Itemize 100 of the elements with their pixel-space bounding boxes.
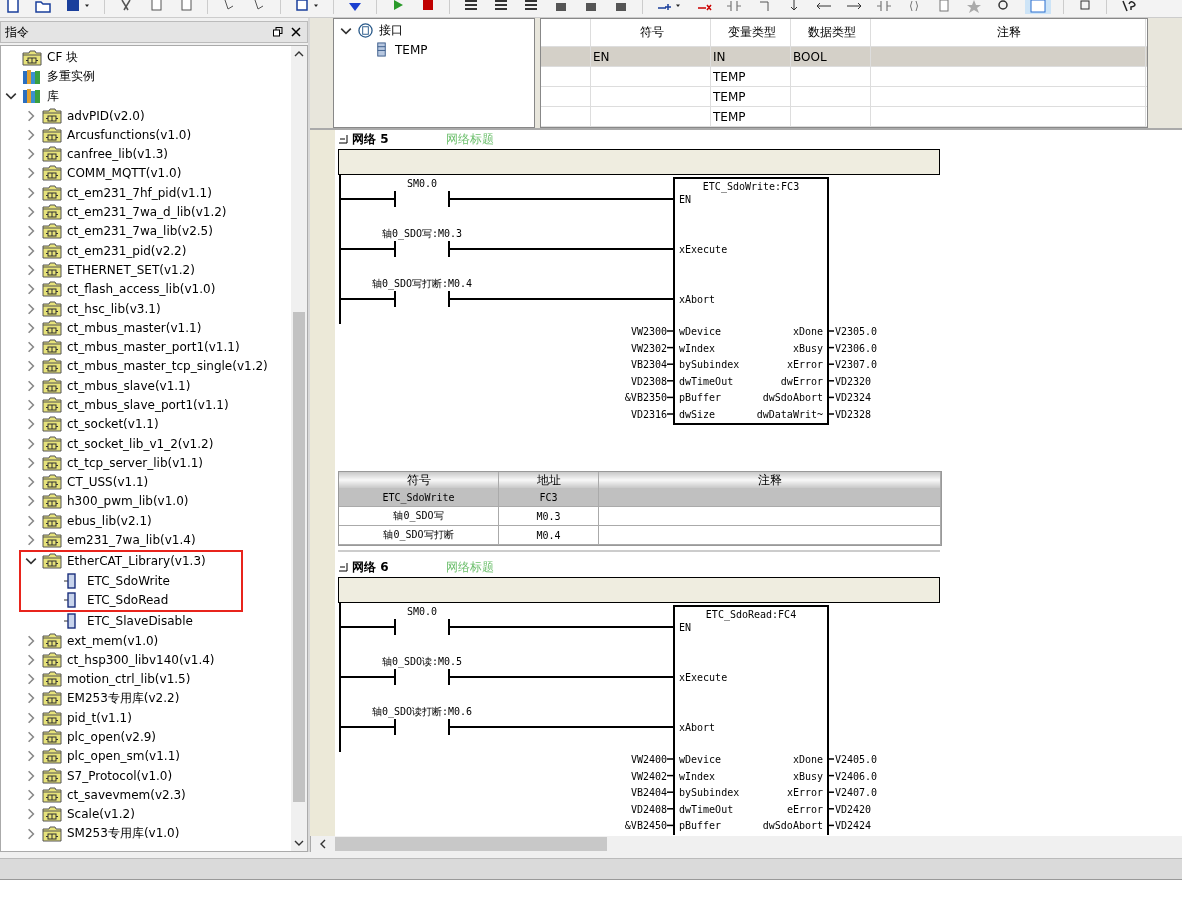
tree-item[interactable]: CF 块	[47, 49, 79, 67]
collapsed-caret-icon[interactable]	[25, 673, 37, 686]
help-icon[interactable]	[1119, 0, 1137, 14]
tree-item[interactable]: EM253专用库(v2.2)	[67, 689, 180, 707]
tree-item[interactable]: COMM_MQTT(v1.0)	[67, 166, 182, 181]
collapsed-caret-icon[interactable]	[25, 302, 37, 315]
contact-rung[interactable]	[339, 190, 675, 208]
tree-label[interactable]: TEMP	[395, 42, 428, 57]
table-row[interactable]: TEMP	[541, 87, 1147, 107]
tree-item[interactable]: ETC_SdoWrite	[87, 573, 170, 588]
collapsed-caret-icon[interactable]	[25, 399, 37, 411]
tree-item[interactable]: SM253专用库(v1.0)	[67, 825, 180, 842]
star-icon[interactable]	[965, 0, 983, 14]
collapsed-caret-icon[interactable]	[25, 244, 37, 257]
contact-rung[interactable]	[339, 668, 675, 686]
collapsed-caret-icon[interactable]	[25, 653, 37, 666]
collapsed-caret-icon[interactable]	[25, 341, 37, 354]
tree-item[interactable]: canfree_lib(v1.3)	[67, 147, 169, 162]
function-block[interactable]	[673, 177, 829, 425]
new-page-icon[interactable]	[4, 0, 22, 14]
tree-item[interactable]: 库	[47, 87, 59, 105]
tree-item[interactable]: ct_mbus_slave(v1.1)	[67, 378, 191, 393]
contact-rung[interactable]	[339, 618, 675, 636]
collapsed-caret-icon[interactable]	[25, 456, 37, 469]
tree-item[interactable]: ct_em231_pid(v2.2)	[67, 243, 187, 258]
tree-item[interactable]: ct_flash_access_lib(v1.0)	[67, 282, 216, 297]
contact-rung[interactable]	[339, 240, 675, 258]
tree-item[interactable]: motion_ctrl_lib(v1.5)	[67, 672, 191, 687]
tree-item[interactable]: ct_em231_7wa_lib(v2.5)	[67, 224, 213, 239]
tree-item[interactable]: ct_mbus_master_port1(v1.1)	[67, 340, 240, 355]
tree-item[interactable]: pid_t(v1.1)	[67, 710, 132, 725]
tree-item[interactable]: ct_tcp_server_lib(v1.1)	[67, 455, 204, 470]
tree-item[interactable]: ext_mem(v1.0)	[67, 633, 159, 648]
tree-item[interactable]: 多重实例	[47, 68, 95, 86]
tree-item[interactable]: plc_open(v2.9)	[67, 730, 157, 745]
collapsed-caret-icon[interactable]	[25, 495, 37, 508]
tree-item[interactable]: ct_mbus_master_tcp_single(v1.2)	[67, 359, 268, 374]
collapsed-caret-icon[interactable]	[25, 418, 37, 431]
collapsed-caret-icon[interactable]	[25, 379, 37, 392]
tree-item[interactable]: ct_mbus_master(v1.1)	[67, 320, 202, 335]
collapsed-caret-icon[interactable]	[25, 514, 37, 527]
tree-item[interactable]: advPID(v2.0)	[67, 108, 145, 123]
tree-item[interactable]: ct_em231_7wa_d_lib(v1.2)	[67, 205, 227, 219]
tree-item[interactable]: S7_Protocol(v1.0)	[67, 768, 173, 783]
folder-icon[interactable]	[34, 0, 52, 14]
function-block[interactable]	[673, 605, 829, 835]
contact-icon[interactable]	[875, 0, 893, 14]
collapsed-caret-icon[interactable]	[25, 731, 37, 744]
tree-item[interactable]: ebus_lib(v2.1)	[67, 513, 152, 528]
collapsed-caret-icon[interactable]	[25, 128, 37, 141]
collapsed-caret-icon[interactable]	[25, 321, 37, 334]
collapsed-caret-icon[interactable]	[25, 206, 37, 218]
tree-item[interactable]: Arcusfunctions(v1.0)	[67, 127, 192, 142]
tree-item[interactable]: ETC_SdoRead	[87, 592, 169, 607]
collapsed-caret-icon[interactable]	[25, 476, 37, 489]
table-row[interactable]: EN IN BOOL	[541, 47, 1147, 67]
tree-item[interactable]: CT_USS(v1.1)	[67, 475, 149, 490]
tree-item[interactable]: ETHERNET_SET(v1.2)	[67, 262, 195, 277]
collapse-icon[interactable]	[338, 134, 348, 144]
collapsed-caret-icon[interactable]	[25, 769, 37, 782]
table-row[interactable]: 轴0_SDO写 M0.3	[339, 507, 941, 526]
collapsed-caret-icon[interactable]	[25, 167, 37, 180]
collapsed-caret-icon[interactable]	[25, 788, 37, 801]
tree-item[interactable]: ct_hsp300_libv140(v1.4)	[67, 652, 215, 667]
collapsed-caret-icon[interactable]	[25, 360, 37, 373]
tree-item[interactable]: EtherCAT_Library(v1.3)	[67, 554, 206, 569]
collapsed-caret-icon[interactable]	[25, 225, 37, 238]
collapse-icon[interactable]	[338, 562, 348, 572]
tree-item[interactable]: ETC_SlaveDisable	[87, 614, 193, 629]
collapsed-caret-icon[interactable]	[25, 283, 37, 296]
scroll-up-icon[interactable]	[294, 50, 304, 58]
table-row[interactable]: ETC_SdoWrite FC3	[339, 488, 941, 507]
collapsed-caret-icon[interactable]	[25, 750, 37, 763]
collapsed-caret-icon[interactable]	[25, 437, 37, 450]
collapsed-caret-icon[interactable]	[25, 692, 37, 705]
table-row[interactable]: TEMP	[541, 67, 1147, 87]
float-window-icon[interactable]	[273, 27, 283, 37]
contact-icon[interactable]	[725, 0, 743, 14]
tree-item[interactable]: em231_7wa_lib(v1.4)	[67, 533, 196, 548]
collapsed-caret-icon[interactable]	[25, 263, 37, 276]
tree-item[interactable]: ct_socket(v1.1)	[67, 417, 159, 432]
scroll-left-icon[interactable]	[319, 839, 327, 849]
tree-item[interactable]: h300_pwm_lib(v1.0)	[67, 494, 189, 509]
scroll-down-icon[interactable]	[294, 839, 304, 847]
collapsed-caret-icon[interactable]	[25, 808, 37, 821]
table-row[interactable]: TEMP	[541, 107, 1147, 127]
collapsed-caret-icon[interactable]	[25, 711, 37, 724]
collapsed-caret-icon[interactable]	[25, 148, 37, 161]
save-icon[interactable]	[64, 0, 82, 14]
scrollbar[interactable]	[291, 46, 307, 851]
comment-field[interactable]	[338, 577, 940, 603]
tree-item[interactable]: Scale(v1.2)	[67, 807, 135, 822]
tree-item[interactable]: ct_savevmem(v2.3)	[67, 787, 186, 802]
collapsed-caret-icon[interactable]	[25, 186, 37, 199]
checkbox-icon[interactable]	[293, 0, 311, 14]
collapsed-caret-icon[interactable]	[25, 534, 37, 547]
table-icon[interactable]	[1025, 0, 1051, 14]
contact-rung[interactable]	[339, 718, 675, 736]
tree-item[interactable]: ct_em231_7hf_pid(v1.1)	[67, 185, 212, 200]
collapsed-caret-icon[interactable]	[25, 634, 37, 647]
